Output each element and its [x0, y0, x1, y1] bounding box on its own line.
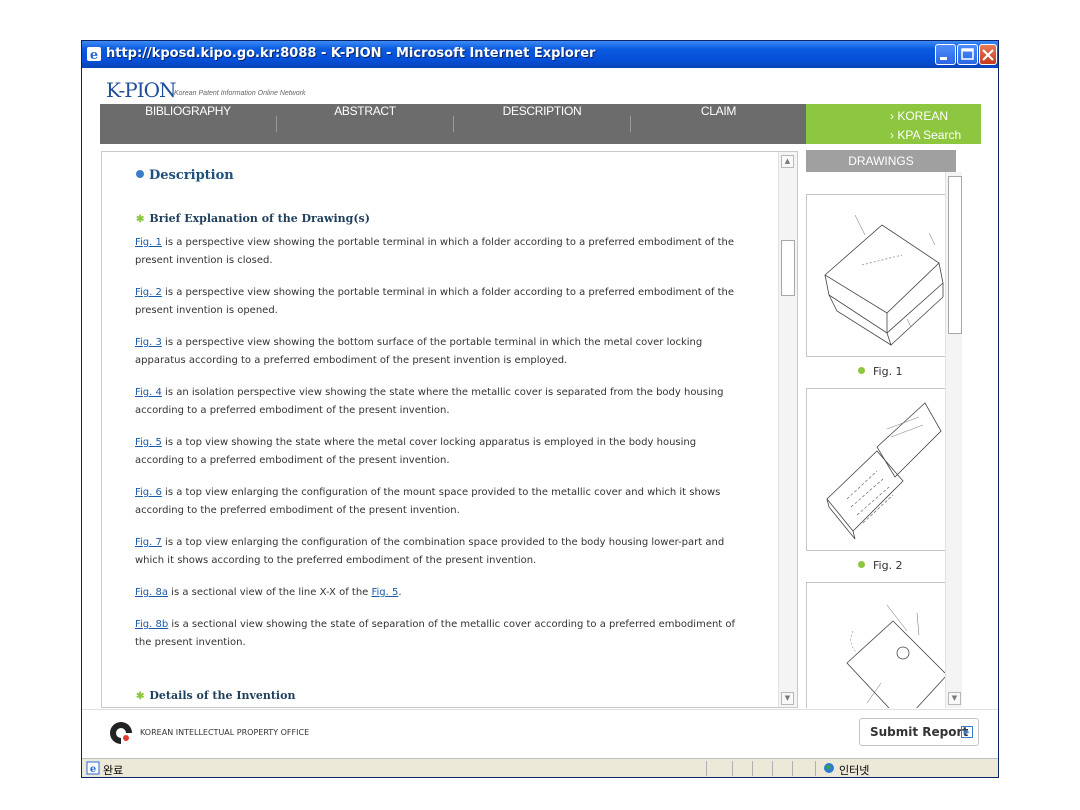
fig-3-thumbnail[interactable]	[806, 582, 953, 708]
status-divider	[792, 761, 793, 776]
fig-2-drawing	[826, 402, 942, 540]
star-bullet-icon: ✱	[136, 691, 145, 702]
status-text: 완료	[103, 764, 124, 777]
drawings-scroll-down-icon[interactable]: ▼	[948, 692, 961, 705]
status-divider	[732, 761, 733, 776]
fig-5-link[interactable]: Fig. 5	[135, 437, 162, 448]
list-item: Fig. 6 is a top view enlarging the confi…	[135, 487, 721, 516]
fig-8a-link[interactable]: Fig. 8a	[135, 587, 168, 598]
star-bullet-icon: ✱	[136, 214, 145, 225]
fig-1-link[interactable]: Fig. 1	[135, 237, 162, 248]
bullet-icon	[136, 170, 144, 178]
list-item: Fig. 4 is an isolation perspective view …	[135, 387, 724, 416]
fig-8b-link[interactable]: Fig. 8b	[135, 619, 168, 630]
description-scrollbar[interactable]: ▲ ▼	[778, 152, 797, 707]
status-divider	[772, 761, 773, 776]
title-bar[interactable]: e http://kposd.kipo.go.kr:8088 - K-PION …	[82, 41, 998, 68]
tab-bar: BIBLIOGRAPHY ABSTRACT DESCRIPTION CLAIM	[100, 104, 806, 144]
side-links-panel: › KOREAN › KPA Search	[806, 104, 981, 144]
kipo-logo-icon	[110, 722, 134, 746]
window-title: http://kposd.kipo.go.kr:8088 - K-PION - …	[106, 46, 596, 61]
kipo-name: KOREAN INTELLECTUAL PROPERTY OFFICE	[140, 728, 310, 737]
status-divider	[752, 761, 753, 776]
fig-3-link[interactable]: Fig. 3	[135, 337, 162, 348]
drawings-scroll-thumb[interactable]	[948, 176, 962, 334]
list-item: Fig. 7 is a top view enlarging the confi…	[135, 537, 725, 566]
tab-abstract[interactable]: ABSTRACT	[277, 104, 453, 144]
maximize-icon	[961, 48, 974, 60]
status-bar: e 완료 인터넷	[82, 758, 998, 777]
status-divider	[815, 761, 816, 776]
details-heading: ✱ Details of the Invention	[136, 689, 296, 702]
tab-bibliography[interactable]: BIBLIOGRAPHY	[100, 104, 276, 144]
brand-subtitle: Korean Patent Information Online Network	[174, 90, 306, 97]
fig-1-drawing	[824, 214, 944, 346]
list-item: Fig. 3 is a perspective view showing the…	[135, 337, 703, 366]
green-dot-icon	[858, 561, 865, 568]
fig-2-link[interactable]: Fig. 2	[135, 287, 162, 298]
brand-logo[interactable]: K-PION	[106, 78, 176, 102]
drawings-panel: Fig. 1 Fig. 2 ▼	[802, 172, 962, 708]
page-footer: KOREAN INTELLECTUAL PROPERTY OFFICE Subm…	[82, 709, 998, 759]
fig-2-caption: Fig. 2	[858, 559, 903, 572]
tab-claim[interactable]: CLAIM	[631, 104, 806, 144]
svg-text:e: e	[90, 764, 96, 775]
fig-6-link[interactable]: Fig. 6	[135, 487, 162, 498]
web-page: K-PION Korean Patent Information Online …	[82, 68, 998, 759]
fig-2-thumbnail[interactable]	[806, 388, 953, 551]
brief-explanation-heading: ✱ Brief Explanation of the Drawing(s)	[136, 212, 370, 225]
scroll-down-icon[interactable]: ▼	[781, 692, 794, 705]
description-panel: Description ✱ Brief Explanation of the Dr…	[101, 151, 798, 708]
tab-description[interactable]: DESCRIPTION	[454, 104, 630, 144]
zone-text: 인터넷	[839, 764, 870, 777]
close-icon	[982, 49, 994, 61]
ie-logo-icon: e	[87, 47, 101, 62]
green-dot-icon	[858, 367, 865, 374]
status-divider	[706, 761, 707, 776]
svg-text:e: e	[90, 48, 98, 62]
list-item: Fig. 5 is a top view showing the state w…	[135, 437, 697, 466]
description-heading: Description	[136, 168, 234, 183]
maximize-button[interactable]	[957, 44, 978, 65]
minimize-button[interactable]	[935, 44, 956, 65]
fig-3-drawing	[846, 604, 948, 708]
arrow-right-icon: ▶	[961, 726, 973, 738]
fig-7-link[interactable]: Fig. 7	[135, 537, 162, 548]
drawings-header: DRAWINGS	[806, 150, 956, 172]
kpa-search-link[interactable]: › KPA Search	[890, 128, 961, 142]
scroll-thumb[interactable]	[781, 240, 795, 296]
drawings-scrollbar[interactable]: ▲ ▼	[945, 172, 962, 708]
list-item: Fig. 1 is a perspective view showing the…	[135, 237, 735, 266]
korean-link[interactable]: › KOREAN	[890, 109, 948, 123]
fig-1-thumbnail[interactable]	[806, 194, 953, 357]
submit-report-button[interactable]: Submit Report ▶	[859, 718, 979, 746]
fig-4-link[interactable]: Fig. 4	[135, 387, 162, 398]
scroll-up-icon[interactable]: ▲	[781, 155, 794, 168]
close-button[interactable]	[979, 44, 997, 65]
fig-5-inline-link[interactable]: Fig. 5	[372, 587, 399, 598]
list-item: Fig. 8b is a sectional view showing the …	[135, 619, 736, 648]
minimize-icon	[940, 57, 947, 60]
browser-window: e http://kposd.kipo.go.kr:8088 - K-PION …	[81, 40, 999, 778]
list-item: Fig. 2 is a perspective view showing the…	[135, 287, 735, 316]
globe-icon	[824, 763, 834, 773]
fig-1-caption: Fig. 1	[858, 365, 903, 378]
page-done-icon: e	[86, 761, 100, 775]
list-item: Fig. 8a is a sectional view of the line …	[135, 587, 402, 598]
